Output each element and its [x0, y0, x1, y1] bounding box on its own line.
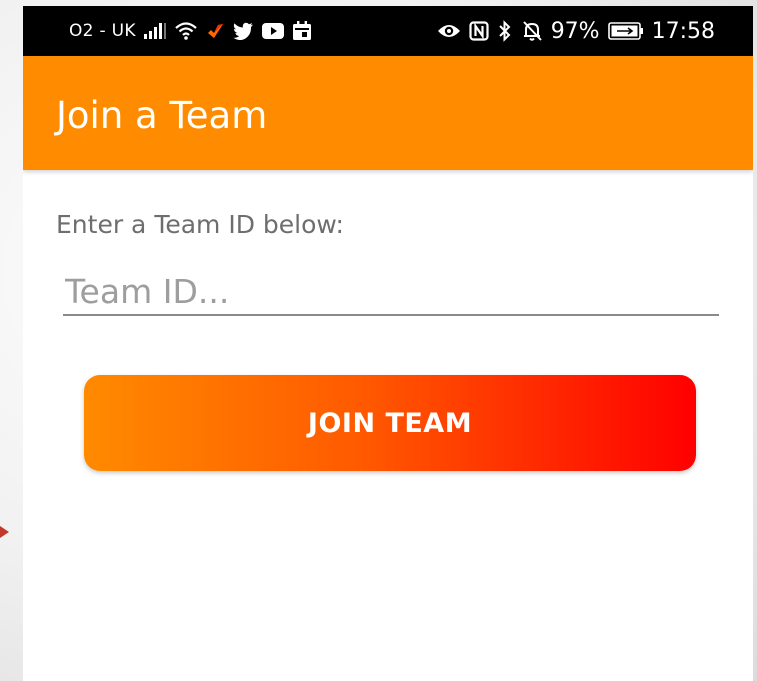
join-team-button[interactable]: JOIN TEAM — [84, 375, 696, 471]
app-bar: Join a Team — [23, 56, 753, 170]
team-id-input[interactable] — [63, 268, 719, 316]
wifi-icon — [174, 21, 198, 41]
battery-icon — [607, 22, 644, 40]
nfc-icon — [469, 21, 489, 41]
carrier-label: O2 - UK — [69, 21, 136, 41]
team-id-prompt: Enter a Team ID below: — [56, 210, 344, 239]
bluetooth-icon — [497, 20, 513, 42]
page-title: Join a Team — [56, 94, 268, 137]
twitter-icon — [232, 22, 254, 40]
background-arrow-icon — [0, 526, 9, 538]
status-bar-left: O2 - UK — [23, 21, 312, 41]
battery-percent-label: 97% — [550, 18, 600, 44]
bell-muted-icon — [521, 20, 543, 42]
calendar-icon — [292, 21, 312, 41]
brand-app-icon — [205, 21, 225, 41]
status-bar: O2 - UK 97% 17:58 — [23, 6, 753, 56]
status-bar-right: 97% 17:58 — [437, 6, 715, 56]
signal-icon — [143, 22, 167, 40]
phone-screen: O2 - UK 97% 17:58 Join a Team Enter a Te… — [23, 6, 753, 681]
youtube-icon — [261, 22, 285, 40]
eye-icon — [437, 22, 461, 40]
clock-label: 17:58 — [651, 18, 715, 44]
